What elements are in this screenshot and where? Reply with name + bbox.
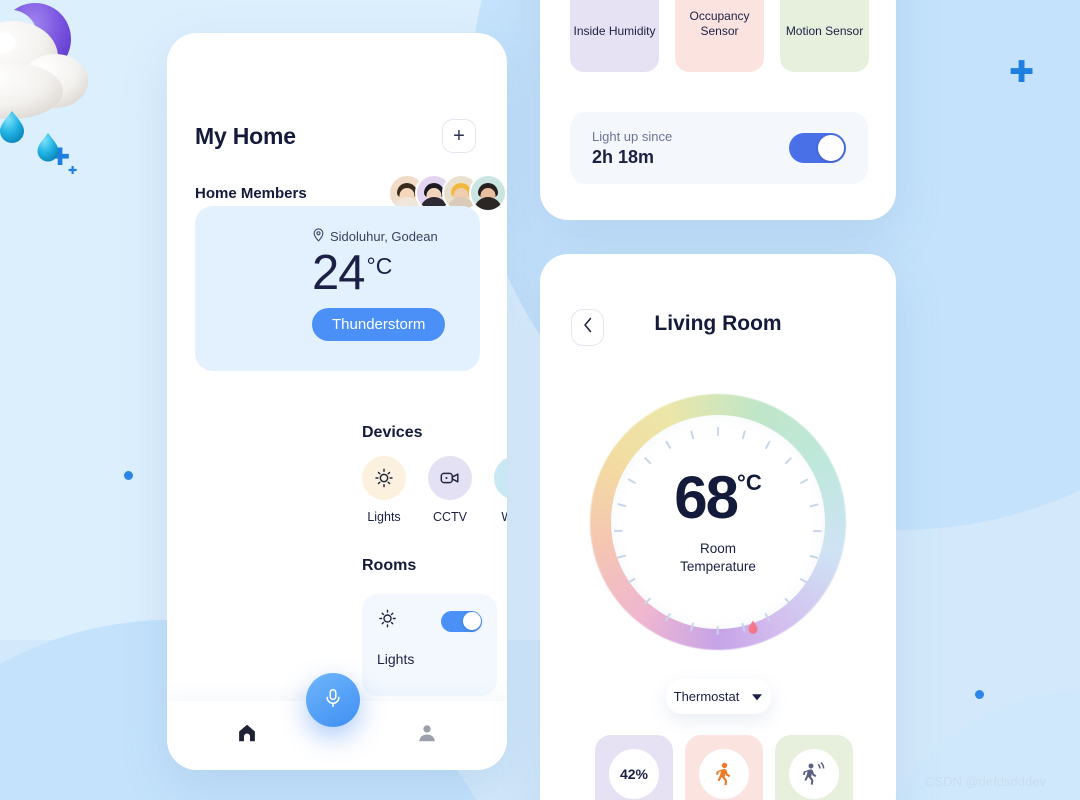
sensor-card-inside-humidity[interactable]: Inside Humidity [570, 0, 659, 72]
sensor-card-occupancy[interactable]: Occupancy Sensor [675, 0, 764, 72]
temperature-dial[interactable]: 68 °C Room Temperature [590, 394, 846, 650]
device-label: Lights [367, 510, 401, 524]
weather-info: Sidoluhur, Godean 24 °C Thunderstorm [312, 228, 446, 341]
devices-list: Lights CCTV Wi-Fi [362, 456, 507, 524]
sparkle-icon: ✚ [1009, 56, 1035, 89]
sensor-card-humidity[interactable]: 42% [595, 735, 673, 800]
lights-toggle[interactable] [441, 610, 482, 632]
decorative-dot [975, 690, 984, 699]
sparkle-icon: ✚ [68, 165, 78, 177]
device-type-dropdown[interactable]: Thermostat [666, 679, 771, 714]
dial-temperature: 68 [674, 463, 739, 531]
wifi-icon [494, 456, 507, 500]
home-screen-panel: My Home + Home Members Devices See Al [167, 33, 507, 770]
decorative-dot [124, 471, 133, 480]
weather-condition-badge[interactable]: Thunderstorm [312, 307, 446, 341]
sensor-card-label: Motion Sensor [785, 24, 864, 39]
dial-readout: 68 °C Room Temperature [590, 394, 846, 650]
devices-heading: Devices [362, 424, 423, 441]
rooms-heading: Rooms [362, 557, 417, 574]
toggle-knob [462, 612, 481, 630]
motion-wave-icon [789, 749, 839, 799]
sensor-card-label: Occupancy Sensor [689, 8, 750, 39]
toggle-knob [818, 135, 844, 161]
home-members-label: Home Members [195, 185, 307, 202]
walking-person-icon [699, 749, 749, 799]
sensor-card-motion[interactable] [775, 735, 853, 800]
sun-brightness-icon [377, 608, 398, 634]
device-type-label: Thermostat [673, 689, 740, 704]
watermark: CSDN @defdsdddev [925, 774, 1046, 789]
sun-brightness-icon [362, 456, 406, 500]
sensor-card-occupancy[interactable] [685, 735, 763, 800]
video-camera-icon [428, 456, 472, 500]
chevron-down-icon [751, 689, 763, 704]
person-icon[interactable] [416, 722, 438, 749]
room-card-lights[interactable]: Lights [362, 594, 497, 696]
light-up-since-value: 2h 18m [592, 146, 655, 167]
sensor-card-label: Inside Humidity [573, 24, 656, 39]
avatar[interactable] [469, 174, 507, 212]
room-sensor-cards: 42% [595, 735, 853, 800]
microphone-icon [322, 687, 344, 714]
page-title: Living Room [654, 312, 782, 335]
rooms-card-list: Lights Bedroom Speaker [362, 594, 507, 696]
voice-assistant-button[interactable] [306, 673, 360, 727]
device-item-wifi[interactable]: Wi-Fi [494, 456, 507, 524]
device-label: CCTV [432, 510, 468, 524]
sensor-card-motion[interactable]: Motion Sensor [780, 0, 869, 72]
device-item-lights[interactable]: Lights [362, 456, 406, 524]
map-pin-icon [312, 228, 325, 245]
weather-unit: °C [366, 253, 393, 279]
device-item-cctv[interactable]: CCTV [428, 456, 472, 524]
sensor-card-list: Inside Humidity Occupancy Sensor Motion … [570, 0, 869, 72]
home-icon[interactable] [236, 722, 258, 749]
device-label: Wi-Fi [494, 510, 507, 524]
light-up-since-label: Light up since [592, 128, 673, 144]
room-card-label: Lights [377, 651, 415, 667]
dial-caption: Room Temperature [680, 540, 756, 574]
app-screenshot: ✚ ✚ ✚ My Home + Home Members Devices Lig… [0, 0, 1080, 800]
living-room-panel: Living Room 68 °C Room Temperature [540, 254, 896, 800]
weather-location: Sidoluhur, Godean [330, 229, 438, 244]
add-device-button[interactable]: + [442, 119, 476, 153]
weather-temperature: 24 [312, 246, 366, 300]
device-detail-top-panel: Inside Humidity Occupancy Sensor Motion … [540, 0, 896, 220]
dial-unit: °C [737, 469, 762, 495]
page-title: My Home [195, 123, 296, 149]
light-up-since-card[interactable]: Light up since 2h 18m [570, 112, 868, 184]
light-toggle[interactable] [789, 133, 846, 163]
humidity-percent: 42% [609, 749, 659, 799]
